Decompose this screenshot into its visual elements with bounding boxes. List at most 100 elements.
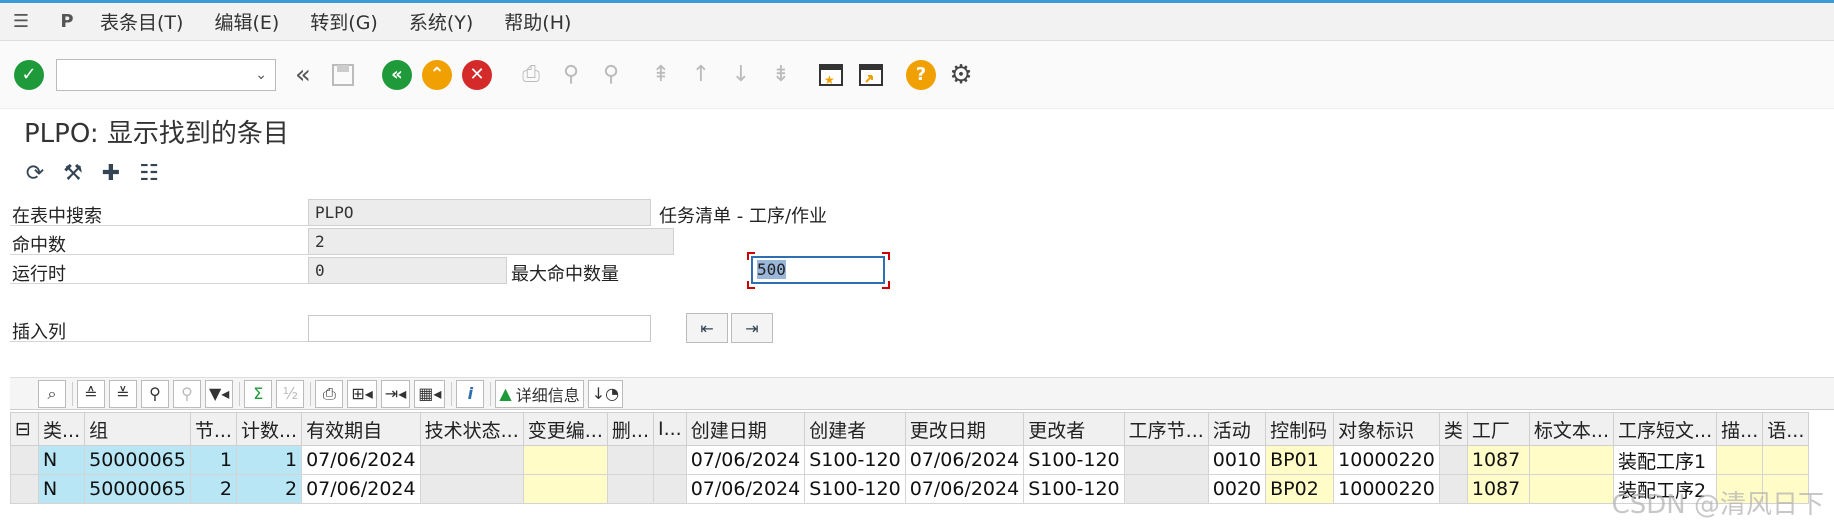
table-cell [652,445,687,475]
double-chevron-left-icon[interactable]: « [286,58,320,92]
page-title: PLPO: 显示找到的条目 [24,118,289,149]
insert-column-input[interactable] [308,315,651,342]
menu-item-edit[interactable]: 编辑(E) [214,8,279,35]
print-icon[interactable]: ⎙ [315,379,344,408]
menu-icon[interactable]: ☰ [8,11,34,33]
menu-item-system[interactable]: 系统(Y) [409,8,473,35]
column-header[interactable]: 更改日期 [904,412,1025,446]
column-header[interactable]: 类... [37,412,86,446]
column-header[interactable]: I... [652,412,687,446]
find-next-icon[interactable]: ⚲ [173,379,201,408]
column-header[interactable]: 组 [84,412,191,446]
find-next-icon[interactable]: ⚲ [594,58,628,92]
table-cell: 2 [235,474,303,504]
table-cell: 1087 [1466,474,1530,504]
menu-bar: ☰ P 表条目(T) 编辑(E) 转到(G) 系统(Y) 帮助(H) [0,3,1834,41]
document-list-icon[interactable]: ☷ [132,158,166,188]
focus-corner [747,281,755,289]
subtotal-icon[interactable]: ½ [276,379,305,408]
column-header[interactable]: 工序节... [1123,412,1209,446]
puzzle-icon[interactable]: ✚ [94,158,128,188]
menu-item-help[interactable]: 帮助(H) [504,8,571,35]
previous-page-icon[interactable]: ↑ [684,58,718,92]
separator [490,381,492,406]
watermark: CSDN @清风日下 [1611,490,1824,520]
table-cell: 50000065 [84,474,191,504]
column-header[interactable]: 变更编... [522,412,608,446]
new-session-icon[interactable]: ★ [814,58,848,92]
menu-item-goto[interactable]: 转到(G) [310,8,378,35]
export-icon[interactable]: ⇥◂ [380,379,411,408]
column-header[interactable]: 技术状态... [419,412,524,446]
menu-item-table-entry[interactable]: 表条目(T) [100,8,183,35]
filter-icon[interactable]: ▼◂ [205,379,234,408]
table-cell: 0020 [1207,474,1267,504]
column-header[interactable]: 类 [1438,412,1468,446]
sort-ascending-icon[interactable]: ≙ [77,379,105,408]
exit-button[interactable]: ⌃ [420,58,454,92]
table-cell: S100-120 [804,445,906,475]
first-page-icon[interactable]: ⇞ [644,58,678,92]
cancel-button[interactable]: ✕ [460,58,494,92]
column-header[interactable]: 活动 [1207,412,1267,446]
table-row[interactable]: N 50000065 1 1 07/06/2024 07/06/2024 S10… [10,445,1810,475]
selection-criteria-icon[interactable]: ⚒ [56,158,90,188]
select-all-icon[interactable]: ⊟ [10,412,39,446]
save-icon[interactable] [326,58,360,92]
enter-button[interactable]: ✓ [12,58,46,92]
last-page-icon[interactable]: ⇟ [764,58,798,92]
column-header[interactable]: 计数... [235,412,303,446]
info-symbol: i [467,384,474,403]
back-button[interactable]: « [380,58,414,92]
focus-corner [747,252,755,260]
help-button[interactable]: ? [904,58,938,92]
table-cell [1123,474,1209,504]
next-page-icon[interactable]: ↓ [724,58,758,92]
row-selector[interactable] [10,474,39,504]
sort-dialog-icon[interactable]: ↓◔ [587,379,624,408]
table-cell: S100-120 [1023,474,1125,504]
column-header[interactable]: 描... [1716,412,1764,446]
table-cell [1438,474,1468,504]
refresh-icon[interactable]: ⟳ [18,158,52,188]
column-header[interactable]: 有效期自 [301,412,421,446]
customize-layout-icon[interactable]: P [54,11,80,33]
insert-column-after-button[interactable]: ⇥ [731,313,773,343]
print-icon[interactable]: ⎙ [514,58,548,92]
max-hits-input[interactable]: 500 [751,256,885,284]
column-header[interactable]: 节... [189,412,237,446]
detail-info-button[interactable]: ▲ 详细信息 [495,379,584,408]
column-header[interactable]: 工序短文... [1612,412,1718,446]
find-icon[interactable]: ⚲ [554,58,588,92]
row-selector[interactable] [10,445,39,475]
views-icon[interactable]: ⊞◂ [347,379,377,408]
details-view-icon[interactable]: ⌕ [38,379,66,408]
table-cell: S100-120 [1023,445,1125,475]
result-table: ⊟ 类... 组 节... 计数... 有效期自 技术状态... 变更编... … [10,412,1810,504]
column-header[interactable]: 标文本... [1528,412,1615,446]
insert-column-before-button[interactable]: ⇤ [686,313,728,343]
column-header[interactable]: 工厂 [1466,412,1530,446]
table-cell: 装配工序1 [1612,445,1718,475]
help-icon: ? [906,59,936,90]
info-icon[interactable]: i [456,379,485,408]
sort-descending-icon[interactable]: ≚ [109,379,137,408]
column-header[interactable]: 对象标识 [1333,412,1440,446]
layout-icon[interactable]: ▦◂ [414,379,446,408]
settings-gear-icon[interactable]: ⚙ [944,58,978,92]
column-header[interactable]: 语... [1762,412,1810,446]
back-icon: « [382,59,412,90]
sum-icon[interactable]: Σ [244,379,273,408]
table-cell: BP02 [1265,474,1335,504]
table-row[interactable]: N 50000065 2 2 07/06/2024 07/06/2024 S10… [10,474,1810,504]
command-field[interactable]: ⌄ [56,58,276,91]
table-cell [1716,445,1764,475]
column-header[interactable]: 创建者 [804,412,906,446]
column-header[interactable]: 更改者 [1023,412,1125,446]
divider [10,341,308,342]
column-header[interactable]: 删... [606,412,654,446]
generate-shortcut-icon[interactable] [854,58,888,92]
find-icon[interactable]: ⚲ [141,379,169,408]
column-header[interactable]: 控制码 [1265,412,1335,446]
column-header[interactable]: 创建日期 [685,412,806,446]
